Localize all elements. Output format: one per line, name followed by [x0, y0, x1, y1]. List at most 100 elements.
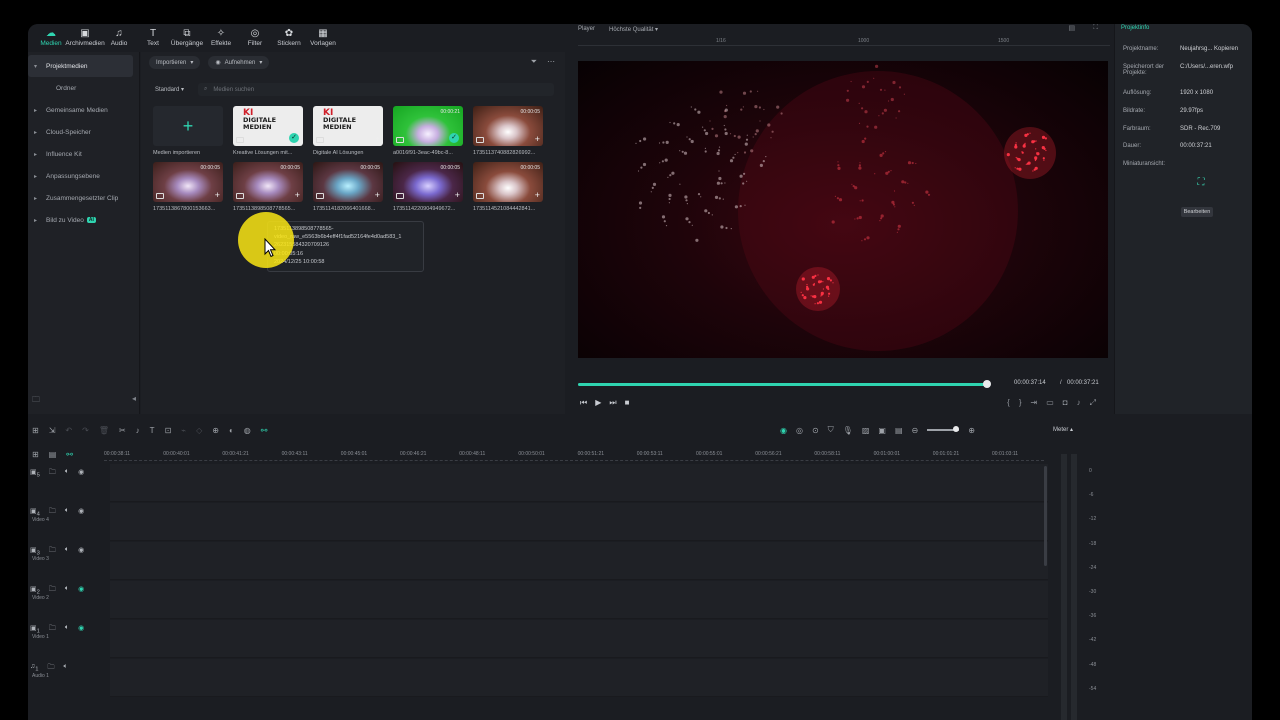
camera-icon[interactable]: ◘: [1063, 398, 1068, 408]
sidebar-item[interactable]: ▸ Bild zu Video AI: [28, 209, 139, 231]
next-frame-icon[interactable]: ⏭: [609, 398, 616, 408]
link-icon[interactable]: ⚯: [261, 426, 268, 435]
ai-tool-icon[interactable]: ⊕: [212, 426, 219, 435]
media-tile[interactable]: 00:00:05 +1735113898508778565...: [233, 162, 303, 212]
zoom-out-icon[interactable]: ⊖: [912, 426, 919, 435]
record-button[interactable]: ◉ Aufnehmen ▾: [208, 56, 270, 69]
toolbar-tab-übergänge[interactable]: ⧉ Übergänge: [170, 24, 204, 52]
sidebar-item[interactable]: ▸ Gemeinsame Medien: [28, 99, 139, 121]
video-preview[interactable]: [578, 61, 1108, 358]
eye-icon[interactable]: ◉: [78, 507, 84, 518]
sidebar-item[interactable]: ▾ Projektmedien: [28, 55, 133, 77]
volume-icon[interactable]: 🔈︎: [65, 546, 69, 557]
sidebar-item[interactable]: ▸ Zusammengesetzter Clip: [28, 187, 139, 209]
add-to-timeline-icon[interactable]: +: [455, 190, 460, 200]
add-track-icon[interactable]: ⊞: [32, 450, 39, 459]
crop-icon[interactable]: ⊡: [165, 426, 172, 435]
snapshot-icon[interactable]: ⛶: [1093, 24, 1098, 32]
eye-icon[interactable]: ◉: [78, 585, 84, 596]
filter-icon[interactable]: ⏷: [531, 57, 537, 67]
volume-icon[interactable]: 🔈︎: [65, 585, 69, 596]
split-icon[interactable]: ⇥: [1030, 398, 1037, 408]
toolbar-tab-filter[interactable]: ◎ Filter: [238, 24, 272, 52]
more-icon[interactable]: ⋯: [547, 57, 555, 67]
media-tile[interactable]: 00:00:05 +1735114220904949672...: [393, 162, 463, 212]
volume-icon[interactable]: ♪: [1077, 398, 1081, 408]
volume-icon[interactable]: 🔈︎: [65, 624, 69, 635]
new-folder-icon[interactable]: 🗀: [32, 394, 40, 408]
toolbar-tab-archivmedien[interactable]: ▣ Archivmedien: [65, 24, 104, 52]
sidebar-item[interactable]: ▸ Anpassungsebene: [28, 165, 139, 187]
quality-dropdown[interactable]: Höchste Qualität ▾: [609, 26, 658, 33]
track-lane[interactable]: [110, 503, 1048, 541]
mark-out-icon[interactable]: }: [1019, 398, 1022, 408]
toolbar-tab-medien[interactable]: ☁ Medien: [34, 24, 68, 52]
media-tile[interactable]: 00:00:21 ✓ a0016f91-3eac-49bc-8...: [393, 106, 463, 156]
media-tile[interactable]: KI DIGITALE MEDIEN ✓ Kreative Lösungen mit..…: [233, 106, 303, 156]
media-tile[interactable]: 00:00:05 +1735113867800153663...: [153, 162, 223, 212]
media-tile[interactable]: 00:00:05 +1735114521084442841...: [473, 162, 543, 212]
add-to-timeline-icon[interactable]: +: [295, 190, 300, 200]
microphone-icon[interactable]: 🎙: [843, 426, 853, 435]
add-to-timeline-icon[interactable]: +: [535, 190, 540, 200]
mark-in-icon[interactable]: {: [1007, 398, 1010, 408]
sort-dropdown[interactable]: Standard ▾: [155, 86, 184, 93]
timeline-scrollbar[interactable]: [1044, 466, 1047, 566]
auto-reframe-icon[interactable]: ◎: [796, 426, 803, 435]
playback-progress-bar[interactable]: [578, 380, 992, 388]
select-tool-icon[interactable]: ⇲: [49, 426, 56, 435]
link-track-icon[interactable]: ⚯: [66, 450, 73, 459]
media-tile[interactable]: 00:00:05 +1735114182066401668...: [313, 162, 383, 212]
track-lane[interactable]: [110, 542, 1048, 580]
render-icon[interactable]: ◉: [780, 426, 787, 435]
volume-icon[interactable]: 🔈︎: [64, 663, 68, 674]
folder-icon[interactable]: 🗀: [49, 546, 56, 557]
toolbar-tab-vorlagen[interactable]: ▦ Vorlagen: [306, 24, 340, 52]
zoom-slider[interactable]: [927, 426, 960, 432]
track-lane[interactable]: [110, 581, 1048, 619]
add-to-timeline-icon[interactable]: +: [375, 190, 380, 200]
track-lane[interactable]: [110, 659, 1048, 697]
sidebar-item[interactable]: ▸ Cloud-Speicher: [28, 121, 139, 143]
subtitle-icon[interactable]: ▤: [895, 426, 903, 435]
eye-icon[interactable]: ◉: [78, 546, 84, 557]
layout-icon[interactable]: ⊞: [32, 426, 39, 435]
effects-tool-icon[interactable]: ◍: [244, 426, 251, 435]
display-icon[interactable]: ▭: [1046, 398, 1054, 408]
add-to-timeline-icon[interactable]: +: [375, 134, 380, 144]
track-lane[interactable]: [110, 620, 1048, 658]
folder-icon[interactable]: 🗀: [49, 507, 56, 518]
toolbar-tab-stickern[interactable]: ✿ Stickern: [272, 24, 306, 52]
mask-icon[interactable]: ◐: [229, 426, 234, 435]
collapse-sidebar-icon[interactable]: ◂: [132, 394, 136, 408]
add-to-timeline-icon[interactable]: +: [535, 134, 540, 144]
meter-dropdown[interactable]: Meter ▴: [1053, 426, 1073, 433]
grid-icon[interactable]: ▤: [1068, 24, 1075, 32]
volume-icon[interactable]: 🔈︎: [65, 507, 69, 518]
voiceover-icon[interactable]: ▨: [862, 426, 870, 435]
previous-frame-icon[interactable]: ⏮: [580, 398, 587, 408]
thumbnail-icon[interactable]: ⛶: [1189, 174, 1213, 190]
cut-icon[interactable]: ✂: [119, 426, 126, 435]
folder-icon[interactable]: 🗀: [49, 585, 56, 596]
toolbar-tab-effekte[interactable]: ✧ Effekte: [204, 24, 238, 52]
image-icon[interactable]: ▣: [878, 426, 886, 435]
volume-icon[interactable]: 🔈︎: [65, 468, 69, 479]
text-tool-icon[interactable]: T: [150, 426, 155, 435]
track-lane[interactable]: [110, 464, 1048, 502]
motion-track-icon[interactable]: ⊙: [812, 426, 819, 435]
media-tile[interactable]: 00:00:05 +1735113740882826992...: [473, 106, 543, 156]
add-to-timeline-icon[interactable]: +: [215, 190, 220, 200]
stop-icon[interactable]: ■: [625, 398, 630, 408]
redo-icon[interactable]: ↷: [82, 426, 89, 435]
timeline-ruler[interactable]: ⊞ ▤ ⚯ 00:00:38:11 00:00:40:01 00:00:41:21 0…: [28, 448, 1048, 462]
import-button[interactable]: Importieren ▾: [149, 56, 201, 69]
fullscreen-icon[interactable]: ⤢: [1090, 398, 1096, 408]
media-tile[interactable]: KI DIGITALE MEDIEN + Digitale AI Lösungen: [313, 106, 383, 156]
sidebar-item[interactable]: ▸ Influence Kit: [28, 143, 139, 165]
speed-icon[interactable]: ⌁: [181, 426, 186, 435]
shield-icon[interactable]: ⛉: [828, 425, 834, 435]
eye-icon[interactable]: ◉: [78, 624, 84, 635]
delete-icon[interactable]: 🗑: [99, 426, 109, 435]
audio-split-icon[interactable]: ♪: [136, 426, 140, 435]
